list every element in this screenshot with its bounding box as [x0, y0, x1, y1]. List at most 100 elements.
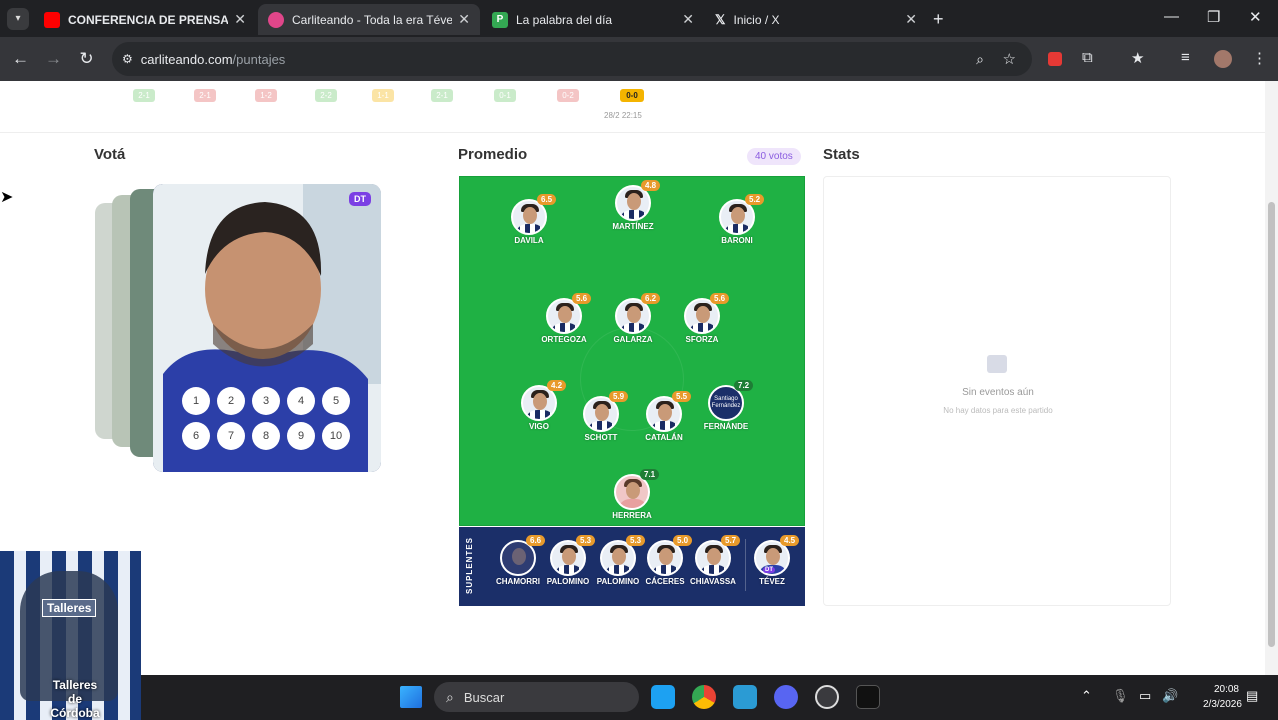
bench-label: SUPLENTES — [465, 537, 474, 595]
cursor-icon: ➤ — [0, 189, 14, 206]
scrollbar-thumb[interactable] — [1268, 202, 1275, 647]
close-icon[interactable]: ✕ — [905, 11, 917, 28]
votes-badge: 40 votos — [747, 148, 801, 165]
rating-badge: 4.5 — [780, 535, 800, 546]
player-name: SFORZA — [685, 335, 719, 344]
rating-badge: 4.8 — [641, 180, 661, 191]
pitch: 6.5 DAVILA 4.8 MARTÍNEZ 5.2 BARONI 5.6 O… — [459, 176, 805, 526]
close-icon[interactable]: ✕ — [682, 11, 694, 28]
discord-app-icon[interactable] — [774, 685, 798, 709]
stats-empty-subtitle: No hay datos para este partido — [943, 406, 1053, 415]
vote-button-8[interactable]: 8 — [252, 422, 280, 450]
tab-youtube[interactable]: CONFERENCIA DE PRENSA | CA ✕ — [34, 4, 256, 35]
current-match-time: 22:15 — [621, 111, 642, 120]
vote-button-5[interactable]: 5 — [322, 387, 350, 415]
close-icon[interactable]: ✕ — [458, 11, 470, 28]
network-icon[interactable]: ▭ — [1139, 688, 1151, 704]
reload-icon[interactable]: ↻ — [70, 49, 103, 69]
rating-badge: 5.6 — [572, 293, 592, 304]
tab-carliteando[interactable]: Carliteando - Toda la era Tévez ✕ — [258, 4, 480, 35]
coach-badge: DT — [763, 567, 775, 573]
player-baroni[interactable]: 5.2 BARONI — [697, 194, 777, 245]
webcam-overlay: Talleres Talleres de Córdoba — [0, 551, 141, 720]
match-chip[interactable]: 2-1 — [431, 89, 453, 102]
media-icon[interactable]: ≡ — [1181, 49, 1190, 66]
tray-chevron-icon[interactable]: ⌃ — [1081, 688, 1092, 704]
x-icon: 𝕏 — [715, 11, 726, 27]
extension-icon[interactable] — [1048, 52, 1062, 66]
match-chip[interactable]: 2-1 — [194, 89, 216, 102]
match-chip[interactable]: 0-1 — [494, 89, 516, 102]
promedio-title: Promedio — [458, 146, 528, 163]
match-chip[interactable]: 2-2 — [315, 89, 337, 102]
url-field[interactable]: ⚙ carliteando.com/puntajes ⌕ ☆ — [112, 42, 1032, 76]
bookmarks-icon[interactable]: ★ — [1131, 49, 1144, 67]
coach-badge: DT — [349, 192, 371, 206]
back-icon[interactable]: ← — [4, 49, 37, 69]
tab-x[interactable]: 𝕏 Inicio / X ✕ — [705, 4, 927, 35]
menu-icon[interactable]: ⋮ — [1252, 49, 1267, 67]
player-name: HERRERA — [612, 511, 652, 520]
vota-title: Votá — [94, 146, 126, 163]
player-galarza[interactable]: 6.2 GALARZA — [593, 293, 673, 344]
vote-button-3[interactable]: 3 — [252, 387, 280, 415]
rating-badge: 5.6 — [710, 293, 730, 304]
match-chip[interactable]: 2-1 — [133, 89, 155, 102]
volume-icon[interactable]: 🔊 — [1162, 688, 1178, 704]
vote-button-10[interactable]: 10 — [322, 422, 350, 450]
player-davila[interactable]: 6.5 DAVILA — [489, 194, 569, 245]
page-content: 2-1 2-1 1-2 2-2 1-1 2-1 0-1 0-2 0-0 28/2… — [0, 81, 1278, 675]
mic-icon[interactable]: 🎙 — [1112, 688, 1129, 704]
windows-start-icon[interactable] — [400, 686, 422, 708]
obs-app-icon[interactable] — [815, 685, 839, 709]
bookmark-star-icon[interactable]: ☆ — [1003, 50, 1016, 68]
desktop-app-icon[interactable] — [733, 685, 757, 709]
tiktok-app-icon[interactable] — [856, 685, 880, 709]
player-ortegoza[interactable]: 5.6 ORTEGOZA — [524, 293, 604, 344]
close-icon[interactable]: ✕ — [234, 11, 246, 28]
restore-icon[interactable]: ❐ — [1207, 8, 1220, 26]
minimize-icon[interactable]: — — [1164, 8, 1179, 25]
player-martinez[interactable]: 4.8 MARTÍNEZ — [593, 180, 673, 231]
vote-button-6[interactable]: 6 — [182, 422, 210, 450]
profile-avatar[interactable] — [1214, 50, 1232, 68]
rating-badge: 6.5 — [537, 194, 557, 205]
puzzle-icon[interactable]: ⧉ — [1082, 49, 1093, 66]
bench-coach-tevez[interactable]: 4.5 DT TÉVEZ — [732, 535, 812, 586]
zoom-icon[interactable]: ⌕ — [976, 51, 984, 68]
vote-button-2[interactable]: 2 — [217, 387, 245, 415]
url-path: /puntajes — [232, 51, 286, 67]
player-fernandez[interactable]: Santiago Fernández 7.2 FERNÁNDE — [686, 380, 766, 431]
vote-button-9[interactable]: 9 — [287, 422, 315, 450]
player-vote-card: DT 1 2 3 4 5 6 7 8 9 10 — [153, 184, 381, 472]
vote-button-4[interactable]: 4 — [287, 387, 315, 415]
player-sforza[interactable]: 5.6 SFORZA — [662, 293, 742, 344]
player-herrera[interactable]: 7.1 HERRERA — [592, 469, 672, 520]
tab-search-icon[interactable]: ▾ — [7, 7, 29, 30]
close-window-icon[interactable]: ✕ — [1249, 8, 1262, 26]
tab-palabra[interactable]: P La palabra del día ✕ — [482, 4, 704, 35]
bench-panel: SUPLENTES 6.6 CHAMORRI 5.3 PALOMINO 5.3 … — [459, 527, 805, 606]
match-chip[interactable]: 1-1 — [372, 89, 394, 102]
twitter-app-icon[interactable] — [651, 685, 675, 709]
site-info-icon[interactable]: ⚙ — [122, 52, 133, 66]
vote-button-1[interactable]: 1 — [182, 387, 210, 415]
clock-date: 2/3/2026 — [1203, 699, 1242, 710]
match-chip[interactable]: 1-2 — [255, 89, 277, 102]
chrome-app-icon[interactable] — [692, 685, 716, 709]
stats-empty-title: Sin eventos aún — [962, 387, 1034, 398]
stats-title: Stats — [823, 146, 860, 163]
taskbar-search[interactable]: ⌕ Buscar — [434, 682, 639, 712]
match-chip[interactable]: 0-2 — [557, 89, 579, 102]
notification-icon[interactable]: ▤ — [1246, 688, 1258, 704]
taskbar-clock[interactable]: 20:08 2/3/2026 — [1203, 682, 1242, 712]
forward-icon[interactable]: → — [37, 49, 70, 69]
new-tab-icon[interactable]: + — [933, 9, 944, 30]
chart-icon — [987, 355, 1007, 373]
current-match-chip[interactable]: 0-0 — [620, 89, 644, 102]
webcam-logo-top: Talleres — [42, 599, 97, 617]
rating-badge: 6.2 — [641, 293, 661, 304]
player-name: TÉVEZ — [759, 577, 785, 586]
youtube-icon — [44, 11, 60, 28]
vote-button-7[interactable]: 7 — [217, 422, 245, 450]
